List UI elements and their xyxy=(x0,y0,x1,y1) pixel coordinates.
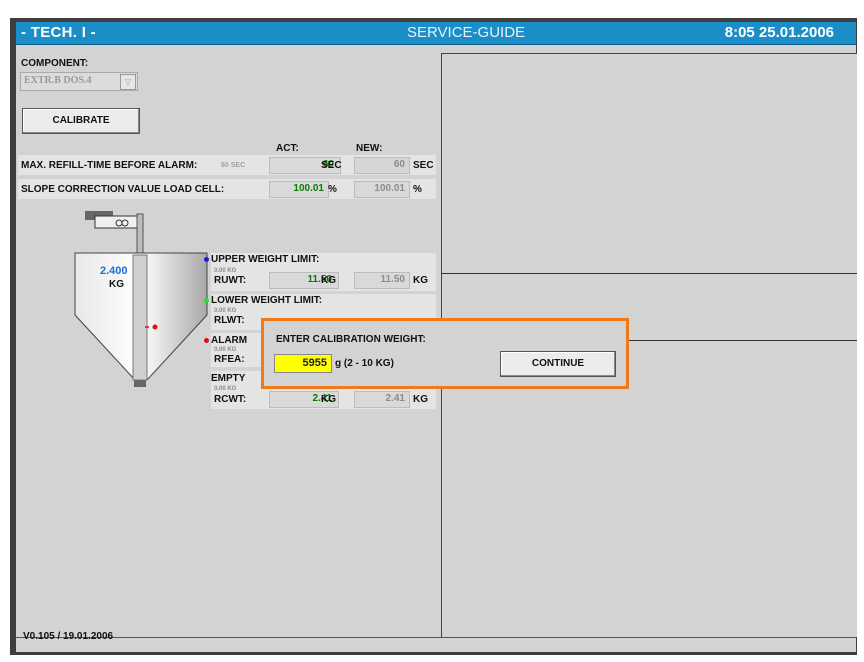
component-label: COMPONENT: xyxy=(21,58,89,69)
alarm-dot-icon xyxy=(204,338,209,343)
empty-code: RCWT: xyxy=(214,394,247,405)
upper-new[interactable]: 11.50 xyxy=(354,272,410,289)
max-refill-new-unit: SEC xyxy=(413,160,434,171)
dialog-title: ENTER CALIBRATION WEIGHT: xyxy=(276,334,426,345)
component-select[interactable]: EXTR.B DOS.4 ▽ xyxy=(20,72,138,91)
title-bar: - TECH. I - SERVICE-GUIDE 8:05 25.01.200… xyxy=(16,22,856,45)
slope-label: SLOPE CORRECTION VALUE LOAD CELL: xyxy=(21,184,225,195)
upper-dot-icon xyxy=(204,257,209,262)
max-refill-label: MAX. REFILL-TIME BEFORE ALARM: xyxy=(21,160,198,171)
service-screen: - TECH. I - SERVICE-GUIDE 8:05 25.01.200… xyxy=(16,22,857,652)
calibration-dialog: ENTER CALIBRATION WEIGHT: 5955 g (2 - 10… xyxy=(261,318,629,389)
max-refill-new[interactable]: 60 xyxy=(354,157,410,174)
lower-dot-icon xyxy=(204,298,209,303)
new-header: NEW: xyxy=(356,143,383,154)
datetime: 8:05 25.01.2006 xyxy=(724,24,834,41)
slope-act-unit: % xyxy=(328,184,337,195)
calibrate-button[interactable]: CALIBRATE xyxy=(22,108,140,134)
upper-hint: 0.00 KG xyxy=(214,268,237,274)
slope-new[interactable]: 100.01 xyxy=(354,181,410,198)
alarm-hint: 0.00 KG xyxy=(214,347,237,353)
empty-label: EMPTY xyxy=(211,373,246,384)
calibration-weight-value: 5955 xyxy=(302,357,327,369)
empty-hint: 0.00 KG xyxy=(214,386,237,392)
footer-divider xyxy=(16,637,856,638)
divider xyxy=(442,273,857,274)
hopper-weight-unit: KG xyxy=(109,279,124,290)
lower-hint: 0.00 KG xyxy=(214,308,237,314)
upper-new-unit: KG xyxy=(413,275,428,286)
version-label: V0.105 / 19.01.2006 xyxy=(23,631,114,642)
empty-new-unit: KG xyxy=(413,394,428,405)
continue-button[interactable]: CONTINUE xyxy=(500,351,616,377)
lower-code: RLWT: xyxy=(214,315,245,326)
max-refill-hint: 60 SEC xyxy=(221,162,246,169)
upper-limit-label: UPPER WEIGHT LIMIT: xyxy=(211,254,320,265)
empty-act-unit: KG xyxy=(321,394,336,405)
empty-new[interactable]: 2.41 xyxy=(354,391,410,408)
upper-act-unit: KG xyxy=(321,275,336,286)
slope-new-unit: % xyxy=(413,184,422,195)
hopper-weight: 2.400 xyxy=(100,265,128,277)
hopper-illustration xyxy=(74,211,208,387)
slope-act: 100.01 xyxy=(269,181,329,198)
act-header: ACT: xyxy=(276,143,299,154)
upper-code: RUWT: xyxy=(214,275,247,286)
calibration-weight-input[interactable]: 5955 xyxy=(274,354,332,373)
component-value: EXTR.B DOS.4 xyxy=(24,75,92,86)
lower-limit-label: LOWER WEIGHT LIMIT: xyxy=(211,295,323,306)
dialog-unit: g (2 - 10 KG) xyxy=(335,358,394,369)
alarm-code: RFEA: xyxy=(214,354,245,365)
alarm-label: ALARM xyxy=(211,335,248,346)
max-refill-act-unit: SEC xyxy=(321,160,342,171)
chevron-down-icon[interactable]: ▽ xyxy=(120,74,136,90)
